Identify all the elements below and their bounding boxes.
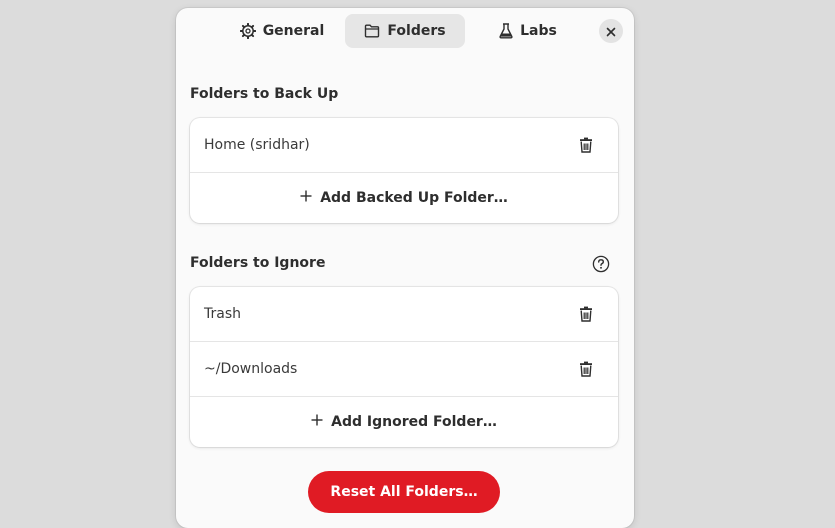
plus-icon	[311, 414, 323, 430]
add-backed-up-folder-button[interactable]: Add Backed Up Folder…	[190, 173, 618, 223]
close-icon	[606, 22, 616, 41]
tab-general-label: General	[262, 23, 325, 39]
folder-name: Trash	[204, 306, 241, 322]
folder-name: ~/Downloads	[204, 361, 298, 377]
add-ignored-folder-button[interactable]: Add Ignored Folder…	[190, 397, 618, 447]
ignore-folders-card: Trash ~/Downloads Add Ignored Folder…	[190, 287, 618, 447]
trash-icon[interactable]	[578, 305, 594, 323]
add-backed-up-folder-label: Add Backed Up Folder…	[320, 190, 508, 206]
flask-icon	[499, 23, 513, 39]
trash-icon[interactable]	[578, 360, 594, 378]
list-item: Home (sridhar)	[190, 118, 618, 173]
folder-icon	[364, 24, 380, 38]
folder-name: Home (sridhar)	[204, 137, 310, 153]
list-item: Trash	[190, 287, 618, 342]
tab-folders[interactable]: Folders	[345, 14, 465, 48]
backup-folders-card: Home (sridhar) Add Backed Up Folder…	[190, 118, 618, 223]
trash-icon[interactable]	[578, 136, 594, 154]
gear-icon	[239, 23, 256, 39]
close-button[interactable]	[599, 19, 623, 43]
ignore-section-title: Folders to Ignore	[190, 255, 326, 271]
tab-general[interactable]: General	[230, 14, 334, 48]
list-item: ~/Downloads	[190, 342, 618, 397]
plus-icon	[300, 190, 312, 206]
backup-section-title: Folders to Back Up	[190, 86, 339, 102]
tab-labs-label: Labs	[520, 23, 557, 39]
help-icon[interactable]	[592, 255, 610, 273]
tab-folders-label: Folders	[387, 23, 446, 39]
tab-labs[interactable]: Labs	[480, 14, 576, 48]
header-bar: General Folders Labs	[176, 8, 634, 54]
reset-all-folders-button[interactable]: Reset All Folders…	[308, 471, 500, 513]
preferences-dialog: General Folders Labs Folders to Back Up …	[176, 8, 634, 528]
add-ignored-folder-label: Add Ignored Folder…	[331, 414, 497, 430]
